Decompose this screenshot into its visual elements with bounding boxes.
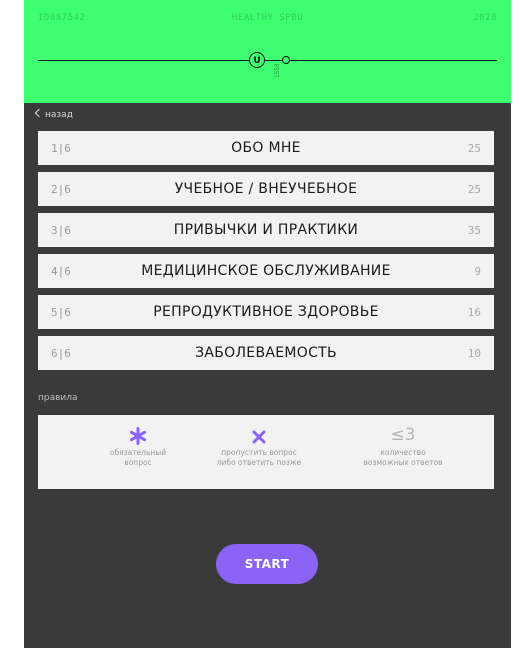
start-button[interactable]: START [216, 544, 318, 584]
app-frame: ID087542 HEALTHY SPBU 2020 U 1550 назад … [24, 0, 511, 648]
rule-max-answers: ≤3 количество возможных ответов [343, 415, 463, 468]
rule-caption-line2: либо ответить позже [216, 458, 302, 467]
section-count: 16 [467, 305, 481, 319]
header-line-mid [265, 60, 282, 61]
section-count: 35 [467, 223, 481, 237]
section-row-2[interactable]: 2|6 УЧЕБНОЕ / ВНЕУЧЕБНОЕ 25 [38, 172, 494, 206]
section-row-4[interactable]: 4|6 МЕДИЦИНСКОЕ ОБСЛУЖИВАНИЕ 9 [38, 254, 494, 288]
section-count: 25 [467, 141, 481, 155]
section-count: 9 [474, 264, 481, 278]
rules-label: правила [38, 393, 78, 403]
rule-skip: пропустить вопрос либо ответить позже [199, 415, 319, 468]
section-title: МЕДИЦИНСКОЕ ОБСЛУЖИВАНИЕ [141, 263, 391, 279]
progress-dot-icon [282, 56, 290, 64]
back-link[interactable]: назад [34, 108, 73, 120]
section-count: 10 [467, 346, 481, 360]
u-logo-icon: U [249, 52, 265, 68]
section-title: ПРИВЫЧКИ И ПРАКТИКИ [173, 222, 359, 238]
rule-caption-line1: количество [380, 448, 426, 457]
section-title: УЧЕБНОЕ / ВНЕУЧЕБНОЕ [174, 181, 358, 197]
section-index: 3|6 [51, 223, 71, 237]
header: ID087542 HEALTHY SPBU 2020 U 1550 [24, 0, 511, 103]
rule-required: обязательный вопрос [78, 415, 198, 468]
section-index: 4|6 [51, 264, 71, 278]
section-index: 5|6 [51, 305, 71, 319]
le-three-icon: ≤3 [390, 425, 416, 445]
section-title: ЗАБОЛЕВАЕМОСТЬ [195, 345, 337, 361]
rule-caption-line1: обязательный [109, 448, 167, 457]
header-line-right [290, 60, 497, 61]
rule-caption-line2: вопрос [124, 458, 152, 467]
rule-caption-line1: пропустить вопрос [221, 448, 297, 457]
section-title: РЕПРОДУКТИВНОЕ ЗДОРОВЬЕ [153, 304, 379, 320]
header-title: HEALTHY SPBU [231, 13, 304, 23]
rule-caption-line2: возможных ответов [363, 458, 443, 467]
rules-panel: обязательный вопрос пропустить вопрос ли… [38, 415, 494, 489]
section-index: 2|6 [51, 182, 71, 196]
section-row-6[interactable]: 6|6 ЗАБОЛЕВАЕМОСТЬ 10 [38, 336, 494, 370]
section-index: 1|6 [51, 141, 71, 155]
section-title: ОБО МНЕ [231, 140, 301, 156]
header-year: 2020 [473, 13, 497, 23]
cross-icon [252, 430, 266, 444]
asterisk-icon [130, 427, 146, 445]
header-vertical-number: 1550 [274, 63, 281, 78]
section-count: 25 [467, 182, 481, 196]
section-row-3[interactable]: 3|6 ПРИВЫЧКИ И ПРАКТИКИ 35 [38, 213, 494, 247]
chevron-left-icon [34, 108, 44, 118]
section-row-5[interactable]: 5|6 РЕПРОДУКТИВНОЕ ЗДОРОВЬЕ 16 [38, 295, 494, 329]
header-line-left [38, 60, 249, 61]
section-row-1[interactable]: 1|6 ОБО МНЕ 25 [38, 131, 494, 165]
section-index: 6|6 [51, 346, 71, 360]
back-label: назад [45, 110, 73, 120]
